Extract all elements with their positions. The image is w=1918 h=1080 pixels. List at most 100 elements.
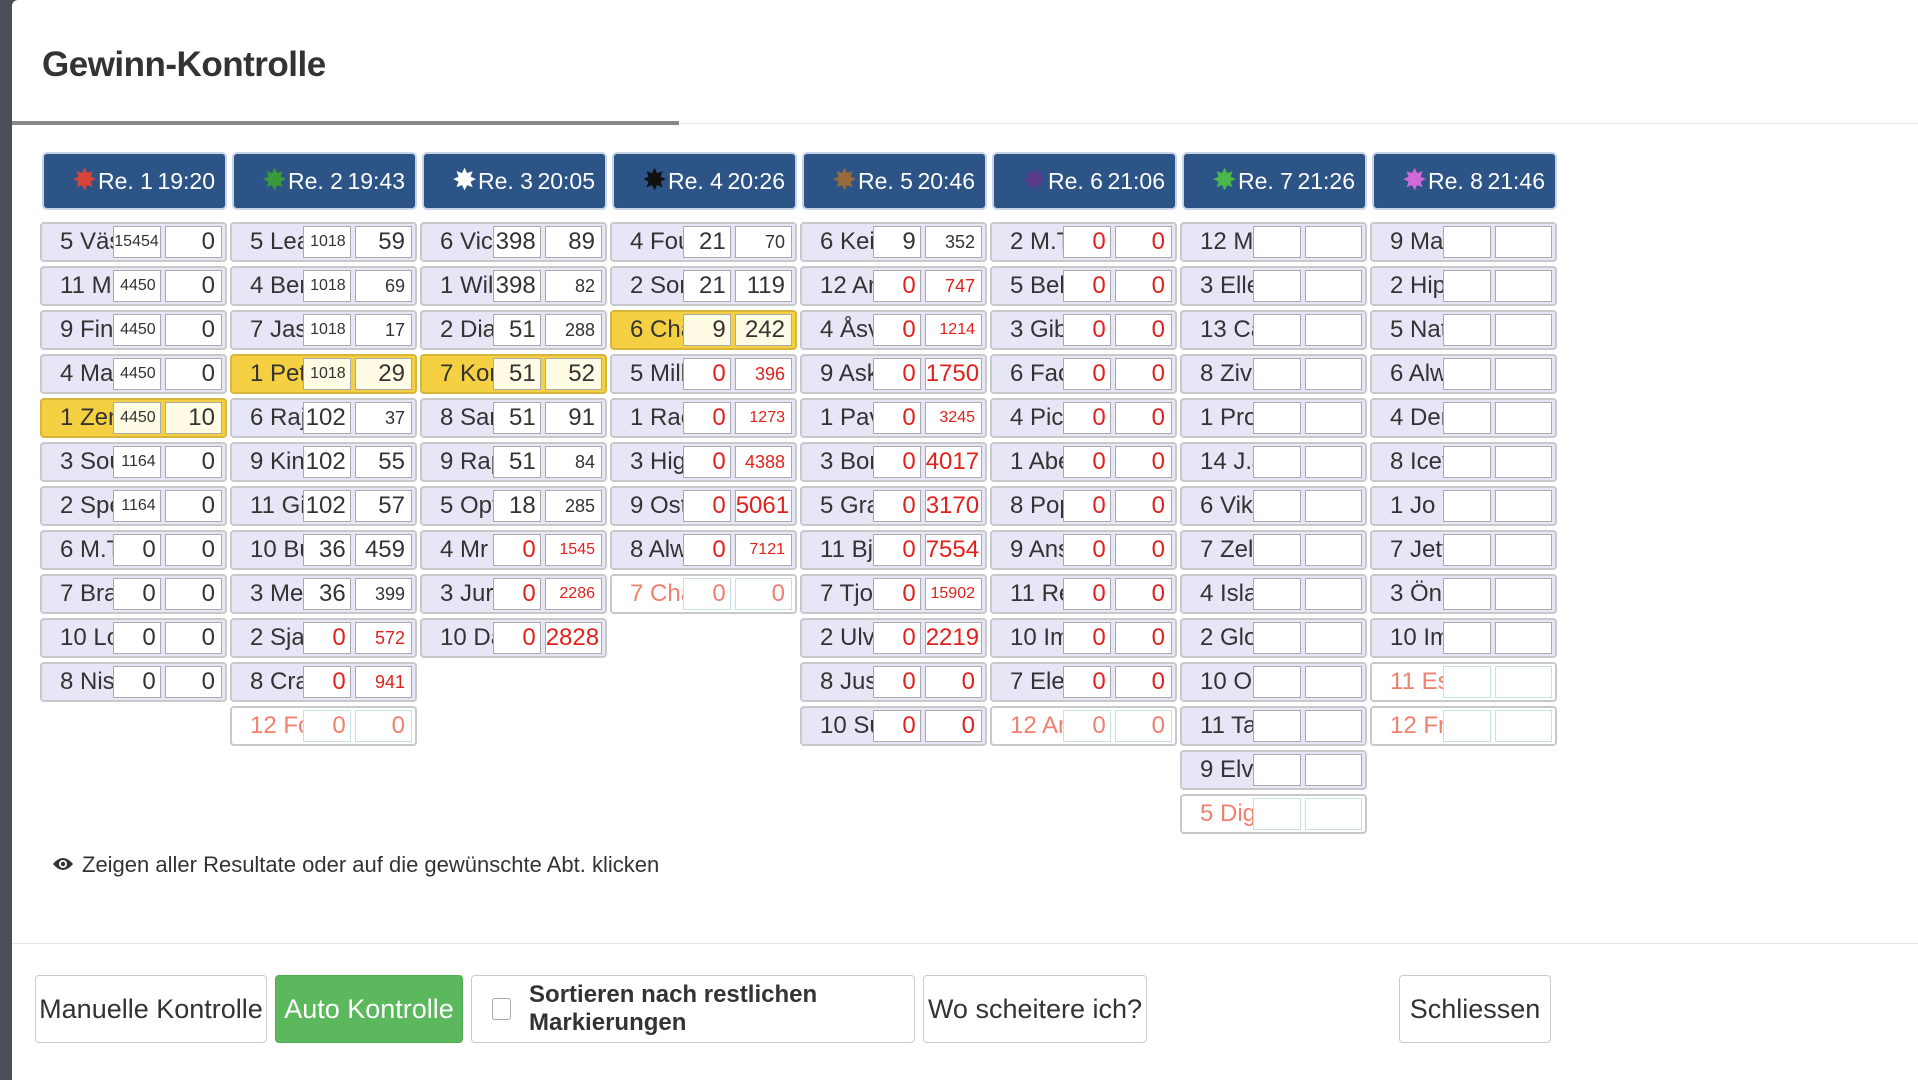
horse-row[interactable]: 3 Sou11640 <box>40 442 227 482</box>
horse-row[interactable]: 6 Cha9242 <box>610 310 797 350</box>
horse-row[interactable]: 6 Alw <box>1370 354 1557 394</box>
horse-row[interactable]: 7 Elev00 <box>990 662 1177 702</box>
race-header-8[interactable]: ✸ Re. 8 21:46 <box>1372 152 1557 210</box>
horse-row[interactable]: 2 Spe11640 <box>40 486 227 526</box>
horse-row[interactable]: 11 Esp <box>1370 662 1557 702</box>
horse-row[interactable]: 12 Fos00 <box>230 706 417 746</box>
horse-row[interactable]: 2 Hips <box>1370 266 1557 306</box>
horse-row[interactable]: 14 J.J. <box>1180 442 1367 482</box>
horse-row[interactable]: 12 Mal <box>1180 222 1367 262</box>
horse-row[interactable]: 4 Mar44500 <box>40 354 227 394</box>
horse-row[interactable]: 11 Giai10257 <box>230 486 417 526</box>
race-header-3[interactable]: ✸ Re. 3 20:05 <box>422 152 607 210</box>
horse-row[interactable]: 3 Eller <box>1180 266 1367 306</box>
horse-row[interactable]: 3 Gibi00 <box>990 310 1177 350</box>
horse-row[interactable]: 4 Ben101869 <box>230 266 417 306</box>
horse-row[interactable]: 2 Sorl21119 <box>610 266 797 306</box>
horse-row[interactable]: 10 Imn <box>1370 618 1557 658</box>
horse-row[interactable]: 8 Pop00 <box>990 486 1177 526</box>
horse-row[interactable]: 4 Pict00 <box>990 398 1177 438</box>
auto-control-button[interactable]: Auto Kontrolle <box>275 975 463 1043</box>
race-header-4[interactable]: ✸ Re. 4 20:26 <box>612 152 797 210</box>
horse-row[interactable]: 2 Ulve022191 <box>800 618 987 658</box>
race-header-6[interactable]: ✸ Re. 6 21:06 <box>992 152 1177 210</box>
horse-row[interactable]: 2 Glol <box>1180 618 1367 658</box>
horse-row[interactable]: 1 Pete101829 <box>230 354 417 394</box>
horse-row[interactable]: 11 Rea00 <box>990 574 1177 614</box>
horse-row[interactable]: 3 Mel 36 399 <box>230 574 417 614</box>
horse-row[interactable]: 8 Alw 0 7121 <box>610 530 797 570</box>
horse-row[interactable]: 9 Finr44500 <box>40 310 227 350</box>
race-header-5[interactable]: ✸ Re. 5 20:46 <box>802 152 987 210</box>
horse-row[interactable]: 5 Gra03170 <box>800 486 987 526</box>
horse-row[interactable]: 5 Bell00 <box>990 266 1177 306</box>
horse-row[interactable]: 7 Tjor015902 <box>800 574 987 614</box>
horse-row[interactable]: 3 Borl04017 <box>800 442 987 482</box>
horse-row[interactable]: 5 Väs154540 <box>40 222 227 262</box>
horse-row[interactable]: 10 Dati02828 <box>420 618 607 658</box>
horse-row[interactable]: 8 Niss00 <box>40 662 227 702</box>
horse-row[interactable]: 11 Tasl <box>1180 706 1367 746</box>
horse-row[interactable]: 10 Sun00 <box>800 706 987 746</box>
horse-row[interactable]: 4 Åsv01214 <box>800 310 987 350</box>
hint[interactable]: Zeigen aller Resultate oder auf die gewü… <box>52 852 659 878</box>
horse-row[interactable]: 10 Our <box>1180 662 1367 702</box>
horse-row[interactable]: 12 Ardi0747 <box>800 266 987 306</box>
manual-control-button[interactable]: Manuelle Kontrolle <box>35 975 267 1043</box>
horse-row[interactable]: 2 Diar51288 <box>420 310 607 350</box>
horse-row[interactable]: 7 Bral00 <box>40 574 227 614</box>
horse-row[interactable]: 4 Den <box>1370 398 1557 438</box>
where-fail-button[interactable]: Wo scheitere ich? <box>923 975 1147 1043</box>
horse-row[interactable]: 5 Digi <box>1180 794 1367 834</box>
horse-row[interactable]: 8 Icet <box>1370 442 1557 482</box>
horse-row[interactable]: 9 Ask 0 1750 <box>800 354 987 394</box>
sort-remaining-toggle[interactable]: Sortieren nach restlichen Markierungen <box>471 975 915 1043</box>
horse-row[interactable]: 1 Jo E <box>1370 486 1557 526</box>
horse-row[interactable]: 1 Zen445010 <box>40 398 227 438</box>
horse-row[interactable]: 12 Ame00 <box>990 706 1177 746</box>
horse-row[interactable]: 9 Mal <box>1370 222 1557 262</box>
horse-row[interactable]: 10 Lorc00 <box>40 618 227 658</box>
horse-row[interactable]: 1 Wilc39882 <box>420 266 607 306</box>
race-header-2[interactable]: ✸ Re. 2 19:43 <box>232 152 417 210</box>
horse-row[interactable]: 9 King10255 <box>230 442 417 482</box>
horse-row[interactable]: 8 Cra 0 941 <box>230 662 417 702</box>
horse-row[interactable]: 1 Proi <box>1180 398 1367 438</box>
horse-row[interactable]: 13 Cap <box>1180 310 1367 350</box>
race-header-1[interactable]: ✸ Re. 1 19:20 <box>42 152 227 210</box>
horse-row[interactable]: 4 Fou2170 <box>610 222 797 262</box>
horse-row[interactable]: 8 Ziva <box>1180 354 1367 394</box>
horse-row[interactable]: 10 Imp00 <box>990 618 1177 658</box>
horse-row[interactable]: 7 Kori5152 <box>420 354 607 394</box>
horse-row[interactable]: 5 Nati <box>1370 310 1557 350</box>
horse-row[interactable]: 6 M.T00 <box>40 530 227 570</box>
horse-row[interactable]: 1 Rac01273 <box>610 398 797 438</box>
horse-row[interactable]: 6 Raj 102 37 <box>230 398 417 438</box>
horse-row[interactable]: 2 M.T00 <box>990 222 1177 262</box>
horse-row[interactable]: 7 Zelr <box>1180 530 1367 570</box>
horse-row[interactable]: 10 Bull36459 <box>230 530 417 570</box>
horse-row[interactable]: 2 Sjar0572 <box>230 618 417 658</box>
sort-checkbox[interactable] <box>492 998 512 1020</box>
horse-row[interactable]: 9 Ost 0 5061 <box>610 486 797 526</box>
horse-row[interactable]: 5 Lea101859 <box>230 222 417 262</box>
horse-row[interactable]: 6 Vike <box>1180 486 1367 526</box>
horse-row[interactable]: 6 Fac00 <box>990 354 1177 394</box>
horse-row[interactable]: 3 Öna <box>1370 574 1557 614</box>
horse-row[interactable]: 5 Milli0396 <box>610 354 797 394</box>
horse-row[interactable]: 11 Björ07554 <box>800 530 987 570</box>
horse-row[interactable]: 7 Cha00 <box>610 574 797 614</box>
horse-row[interactable]: 9 Ans00 <box>990 530 1177 570</box>
race-header-7[interactable]: ✸ Re. 7 21:26 <box>1182 152 1367 210</box>
horse-row[interactable]: 3 Higl04388 <box>610 442 797 482</box>
horse-row[interactable]: 1 Abe00 <box>990 442 1177 482</box>
horse-row[interactable]: 12 Fraz <box>1370 706 1557 746</box>
horse-row[interactable]: 3 Jury02286 <box>420 574 607 614</box>
horse-row[interactable]: 11 Mus44500 <box>40 266 227 306</box>
horse-row[interactable]: 7 Jett <box>1370 530 1557 570</box>
horse-row[interactable]: 6 Keis9352 <box>800 222 987 262</box>
close-button[interactable]: Schliessen <box>1399 975 1551 1043</box>
horse-row[interactable]: 9 Rap5184 <box>420 442 607 482</box>
horse-row[interactable]: 7 Jas 1018 17 <box>230 310 417 350</box>
horse-row[interactable]: 8 Sara5191 <box>420 398 607 438</box>
